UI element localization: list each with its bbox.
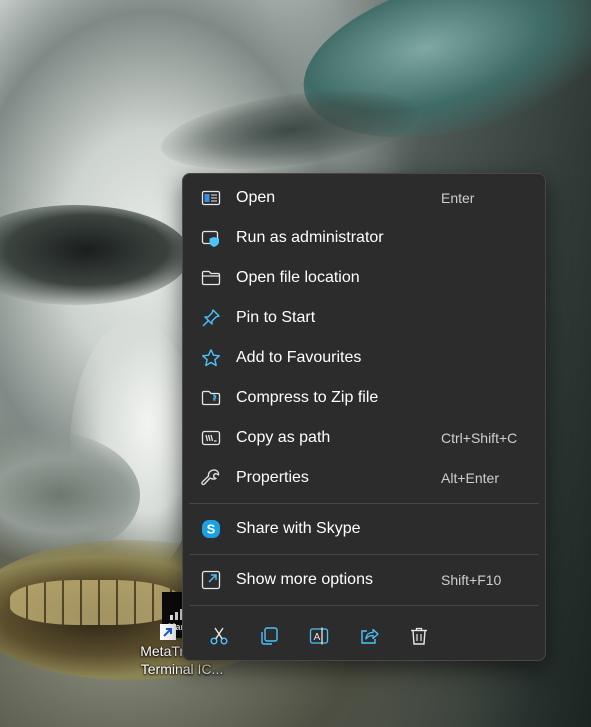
shield-window-icon [201, 228, 221, 248]
desktop-icon-label-line2: Terminal IC... [140, 661, 224, 677]
menu-item-share-with-skype[interactable]: S Share with Skype [189, 509, 539, 549]
folder-icon [201, 268, 221, 288]
quick-actions-bar: A [183, 611, 545, 661]
zip-folder-icon [201, 388, 221, 408]
menu-item-copy-as-path[interactable]: Copy as path Ctrl+Shift+C [189, 418, 539, 458]
svg-text:S: S [207, 522, 216, 537]
shortcut-arrow-icon [160, 624, 176, 640]
share-button[interactable] [349, 618, 389, 654]
delete-icon [409, 626, 429, 646]
menu-item-pin-to-start[interactable]: Pin to Start [189, 298, 539, 338]
menu-separator [189, 605, 539, 606]
delete-button[interactable] [399, 618, 439, 654]
menu-item-label: Show more options [236, 571, 373, 588]
menu-item-shortcut: Ctrl+Shift+C [441, 430, 518, 446]
menu-separator [189, 554, 539, 555]
path-icon [201, 428, 221, 448]
rename-button[interactable]: A [299, 618, 339, 654]
menu-item-open-file-location[interactable]: Open file location [189, 258, 539, 298]
menu-separator [189, 503, 539, 504]
menu-item-label: Compress to Zip file [236, 389, 379, 406]
menu-item-shortcut: Alt+Enter [441, 470, 499, 486]
show-more-icon [201, 570, 221, 590]
star-icon [201, 348, 221, 368]
menu-item-label: Properties [236, 469, 309, 486]
copy-button[interactable] [249, 618, 289, 654]
menu-item-compress-zip[interactable]: Compress to Zip file [189, 378, 539, 418]
menu-item-label: Share with Skype [236, 520, 361, 537]
context-menu: Open Enter Run as administrator Open fil… [182, 173, 546, 661]
menu-item-label: Pin to Start [236, 309, 316, 326]
cut-icon [209, 626, 229, 646]
skype-icon: S [201, 519, 221, 539]
pin-icon [201, 308, 221, 328]
menu-item-label: Add to Favourites [236, 349, 362, 366]
wrench-icon [201, 468, 221, 488]
menu-item-properties[interactable]: Properties Alt+Enter [189, 458, 539, 498]
menu-item-label: Open [236, 189, 276, 206]
menu-item-shortcut: Shift+F10 [441, 572, 502, 588]
menu-item-shortcut: Enter [441, 190, 475, 206]
cut-button[interactable] [199, 618, 239, 654]
menu-item-label: Copy as path [236, 429, 331, 446]
menu-item-show-more-options[interactable]: Show more options Shift+F10 [189, 560, 539, 600]
menu-item-add-to-favourites[interactable]: Add to Favourites [189, 338, 539, 378]
menu-item-run-as-admin[interactable]: Run as administrator [189, 218, 539, 258]
svg-text:A: A [314, 632, 321, 643]
share-icon [359, 626, 379, 646]
menu-item-label: Run as administrator [236, 229, 384, 246]
menu-item-label: Open file location [236, 269, 360, 286]
open-window-icon [201, 188, 221, 208]
copy-icon [259, 626, 279, 646]
rename-icon: A [309, 626, 329, 646]
menu-item-open[interactable]: Open Enter [189, 178, 539, 218]
